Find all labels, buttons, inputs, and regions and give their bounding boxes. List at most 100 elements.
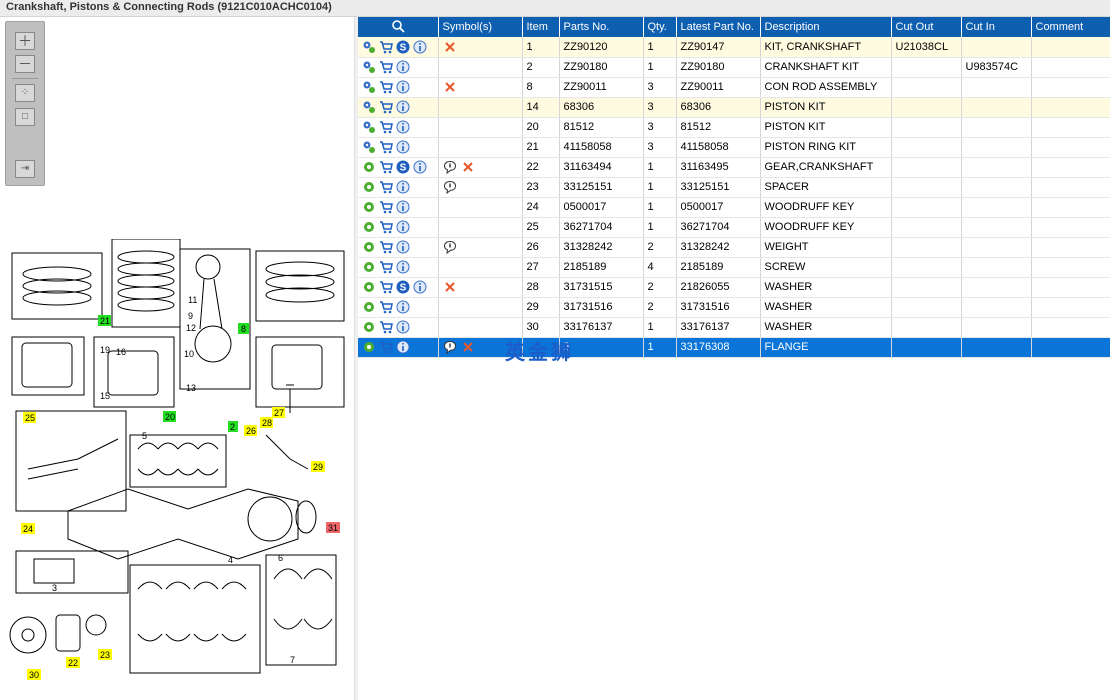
parts-list-icon[interactable] [362, 140, 376, 154]
column-header-description[interactable]: Description [760, 17, 892, 37]
component-gear-icon[interactable] [362, 160, 376, 174]
parts-list-icon[interactable] [362, 120, 376, 134]
column-header-symbols[interactable]: Symbol(s) [438, 17, 523, 37]
supersession-icon[interactable]: S [396, 40, 410, 54]
info-icon[interactable] [396, 140, 410, 154]
component-gear-icon[interactable] [362, 340, 376, 354]
table-row[interactable]: S 22 31163494 1 31163495 GEAR,CRANKSHAFT [358, 157, 1110, 178]
column-header-comment[interactable]: Comment [1031, 17, 1110, 37]
parts-list-icon[interactable] [362, 40, 376, 54]
component-gear-icon[interactable] [362, 300, 376, 314]
column-header-cut-out[interactable]: Cut Out [891, 17, 962, 37]
item-cell: 30 [522, 317, 560, 338]
cart-icon[interactable] [379, 220, 393, 234]
table-row[interactable]: 30 33176137 1 33176137 WASHER [358, 317, 1110, 338]
component-gear-icon[interactable] [362, 200, 376, 214]
component-gear-icon[interactable] [362, 220, 376, 234]
column-header-cut-in[interactable]: Cut In [961, 17, 1032, 37]
info-icon[interactable] [396, 120, 410, 134]
column-header-parts-no[interactable]: Parts No. [559, 17, 644, 37]
zoom-in-icon[interactable]: ＋ [15, 32, 35, 50]
note-bubble-icon[interactable] [443, 240, 457, 254]
note-bubble-icon[interactable] [443, 160, 457, 174]
component-gear-icon[interactable] [362, 240, 376, 254]
zoom-out-icon[interactable]: － [15, 55, 35, 73]
diagram-pane[interactable]: ＋ － ⁘ □ ⇥ 25 21 8 20 2 27 28 26 29 31 24… [0, 17, 354, 700]
info-icon[interactable] [396, 340, 410, 354]
parts-no-cell: 41158058 [559, 137, 644, 158]
discontinued-x-icon[interactable] [443, 40, 457, 54]
info-icon[interactable] [396, 100, 410, 114]
info-icon[interactable] [413, 280, 427, 294]
info-icon[interactable] [413, 160, 427, 174]
table-row[interactable]: 25 36271704 1 36271704 WOODRUFF KEY [358, 217, 1110, 238]
component-gear-icon[interactable] [362, 180, 376, 194]
cart-icon[interactable] [379, 40, 393, 54]
info-icon[interactable] [396, 80, 410, 94]
table-row[interactable]: 14 68306 3 68306 PISTON KIT [358, 97, 1110, 118]
table-row[interactable]: 3 1 33176308 FLANGE [358, 337, 1110, 358]
info-icon[interactable] [396, 260, 410, 274]
search-icon[interactable] [391, 19, 405, 33]
discontinued-x-icon[interactable] [443, 280, 457, 294]
cart-icon[interactable] [379, 180, 393, 194]
table-row[interactable]: S 28 31731515 2 21826055 WASHER [358, 277, 1110, 298]
cut-out-cell [891, 317, 962, 338]
cart-icon[interactable] [379, 160, 393, 174]
table-row[interactable]: S 1 ZZ90120 1 ZZ90147 KIT, CRANKSHAFT U21038CL [358, 37, 1110, 58]
supersession-icon[interactable]: S [396, 160, 410, 174]
table-row[interactable]: 20 81512 3 81512 PISTON KIT [358, 117, 1110, 138]
info-icon[interactable] [396, 240, 410, 254]
info-icon[interactable] [396, 180, 410, 194]
table-row[interactable]: 27 2185189 4 2185189 SCREW [358, 257, 1110, 278]
cart-icon[interactable] [379, 300, 393, 314]
component-gear-icon[interactable] [362, 320, 376, 334]
info-icon[interactable] [396, 220, 410, 234]
expand-panel-icon[interactable]: ⇥ [15, 160, 35, 178]
column-header-qty[interactable]: Qty. [643, 17, 677, 37]
table-row[interactable]: 8 ZZ90011 3 ZZ90011 CON ROD ASSEMBLY [358, 77, 1110, 98]
discontinued-x-icon[interactable] [461, 340, 475, 354]
table-row[interactable]: 24 0500017 1 0500017 WOODRUFF KEY [358, 197, 1110, 218]
note-bubble-icon[interactable] [443, 340, 457, 354]
discontinued-x-icon[interactable] [461, 160, 475, 174]
column-header-latest-part-no[interactable]: Latest Part No. [676, 17, 761, 37]
search-column-header[interactable] [358, 17, 439, 37]
info-icon[interactable] [396, 200, 410, 214]
info-icon[interactable] [396, 300, 410, 314]
cart-icon[interactable] [379, 120, 393, 134]
table-row[interactable]: 26 31328242 2 31328242 WEIGHT [358, 237, 1110, 258]
cart-icon[interactable] [379, 240, 393, 254]
table-row[interactable]: 23 33125151 1 33125151 SPACER [358, 177, 1110, 198]
info-icon[interactable] [396, 60, 410, 74]
cut-in-cell [961, 117, 1032, 138]
item-cell: 29 [522, 297, 560, 318]
cart-icon[interactable] [379, 320, 393, 334]
info-icon[interactable] [413, 40, 427, 54]
table-row[interactable]: 2 ZZ90180 1 ZZ90180 CRANKSHAFT KIT U983574C [358, 57, 1110, 78]
cart-icon[interactable] [379, 60, 393, 74]
note-bubble-icon[interactable] [443, 180, 457, 194]
column-header-item[interactable]: Item [522, 17, 560, 37]
piston-shape [21, 342, 73, 388]
table-row[interactable]: 29 31731516 2 31731516 WASHER [358, 297, 1110, 318]
cart-icon[interactable] [379, 100, 393, 114]
component-gear-icon[interactable] [362, 260, 376, 274]
cart-icon[interactable] [379, 280, 393, 294]
table-row[interactable]: 21 41158058 3 41158058 PISTON RING KIT [358, 137, 1110, 158]
cart-icon[interactable] [379, 260, 393, 274]
supersession-icon[interactable]: S [396, 280, 410, 294]
discontinued-x-icon[interactable] [443, 80, 457, 94]
cart-icon[interactable] [379, 340, 393, 354]
cart-icon[interactable] [379, 200, 393, 214]
fit-icon[interactable]: ⁘ [15, 84, 35, 102]
callout-8-label: 8 [241, 324, 246, 334]
info-icon[interactable] [396, 320, 410, 334]
cart-icon[interactable] [379, 140, 393, 154]
actual-size-icon[interactable]: □ [15, 108, 35, 126]
parts-list-icon[interactable] [362, 80, 376, 94]
component-gear-icon[interactable] [362, 280, 376, 294]
cart-icon[interactable] [379, 80, 393, 94]
parts-list-icon[interactable] [362, 60, 376, 74]
parts-list-icon[interactable] [362, 100, 376, 114]
